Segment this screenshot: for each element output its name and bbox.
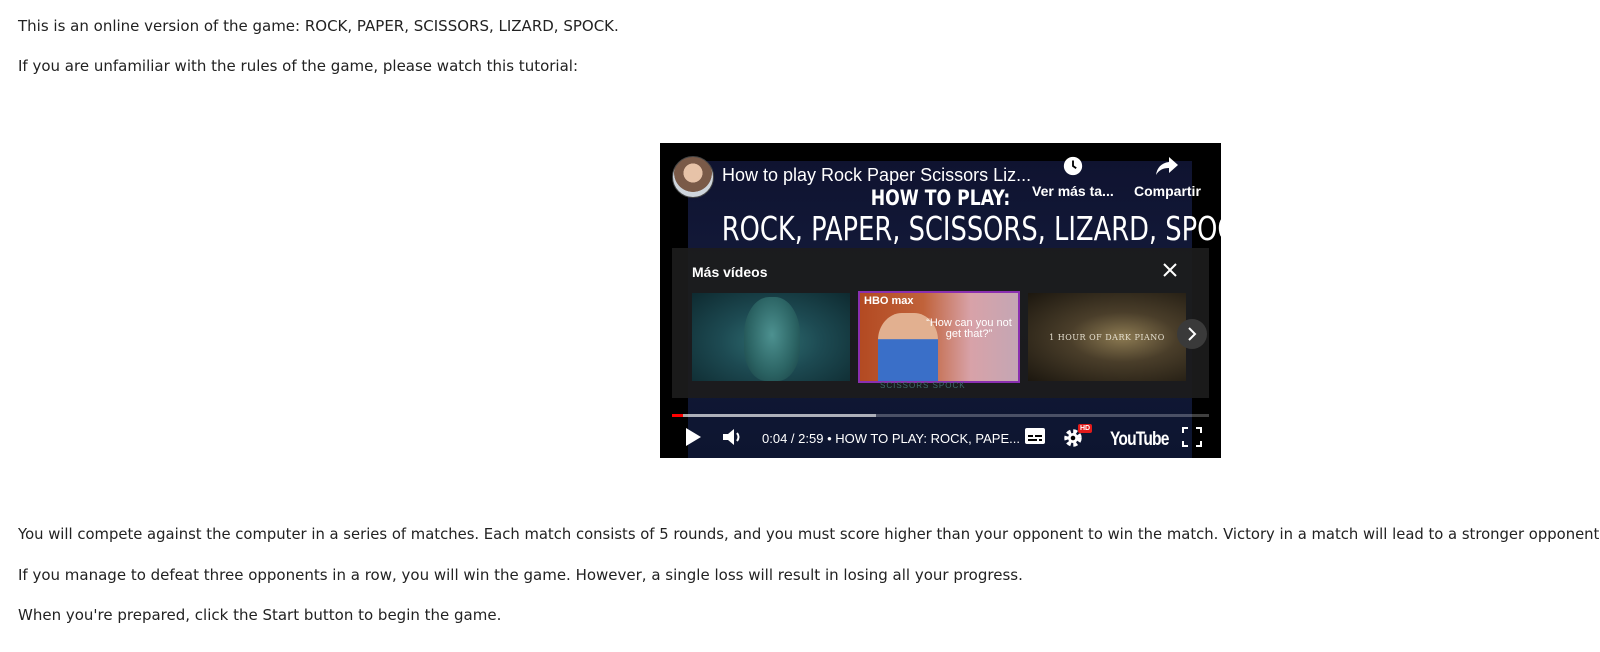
more-videos-title: Más vídeos [692, 264, 768, 280]
play-button[interactable] [684, 427, 702, 447]
play-icon [686, 428, 701, 446]
channel-avatar[interactable] [672, 156, 714, 198]
chevron-right-icon [1188, 327, 1197, 341]
video-title[interactable]: How to play Rock Paper Scissors Liz... [722, 165, 1031, 186]
rules-text: You will compete against the computer in… [18, 526, 1600, 543]
youtube-player[interactable]: HOW TO PLAY: ROCK, PAPER, SCISSORS, LIZA… [660, 143, 1221, 458]
tutorial-prompt: If you are unfamiliar with the rules of … [18, 57, 579, 75]
intro-text: This is an online version of the game: R… [18, 17, 619, 35]
close-more-videos-button[interactable] [1162, 262, 1178, 282]
suggested-video-thumbnail[interactable]: 1 HOUR OF DARK PIANO [1028, 293, 1186, 381]
thumbnail-quote: “How can you not get that?” [926, 317, 1012, 340]
fullscreen-icon [1182, 427, 1202, 447]
watch-later-button[interactable]: Ver más ta... [1032, 155, 1114, 199]
progress-bar[interactable] [672, 414, 1209, 417]
frame-emblem-text: SCISSORS SPOCK [880, 381, 966, 390]
next-videos-button[interactable] [1177, 319, 1207, 349]
volume-icon [723, 429, 740, 445]
time-display: 0:04 / 2:59 • HOW TO PLAY: ROCK, PAPE... [762, 431, 1020, 446]
progress-played [672, 414, 683, 417]
start-instruction-text: When you're prepared, click the Start bu… [18, 606, 502, 624]
win-condition-text: If you manage to defeat three opponents … [18, 566, 1023, 584]
clock-icon [1063, 156, 1083, 176]
settings-button[interactable]: HD [1062, 424, 1093, 449]
thumbnail-face-image [744, 297, 800, 381]
share-icon [1156, 157, 1179, 175]
hd-badge: HD [1078, 424, 1093, 433]
subtitles-button[interactable] [1024, 427, 1046, 445]
share-button[interactable]: Compartir [1134, 155, 1201, 199]
more-videos-panel: Más vídeos HBO max “How can you not get … [672, 248, 1209, 398]
close-icon [1163, 263, 1177, 277]
youtube-logo[interactable]: YouTube [1110, 429, 1169, 451]
share-label: Compartir [1134, 183, 1201, 199]
video-frame-title: ROCK, PAPER, SCISSORS, LIZARD, SPOCK [721, 209, 1221, 248]
hbomax-logo: HBO max [864, 295, 914, 307]
chapter-title[interactable]: HOW TO PLAY: ROCK, PAPE... [835, 431, 1020, 446]
subtitles-icon [1025, 428, 1045, 444]
suggested-video-thumbnail[interactable] [692, 293, 850, 381]
player-controls: 0:04 / 2:59 • HOW TO PLAY: ROCK, PAPE...… [660, 419, 1221, 458]
volume-button[interactable] [722, 427, 744, 447]
fullscreen-button[interactable] [1182, 427, 1202, 447]
player-top-bar: How to play Rock Paper Scissors Liz... V… [660, 143, 1221, 213]
progress-buffered [672, 414, 877, 417]
suggested-video-thumbnail[interactable]: HBO max “How can you not get that?” [858, 291, 1020, 383]
time-elapsed-total: 0:04 / 2:59 [762, 431, 824, 446]
thumbnail-caption: 1 HOUR OF DARK PIANO [1049, 333, 1165, 342]
watch-later-label: Ver más ta... [1032, 183, 1114, 199]
